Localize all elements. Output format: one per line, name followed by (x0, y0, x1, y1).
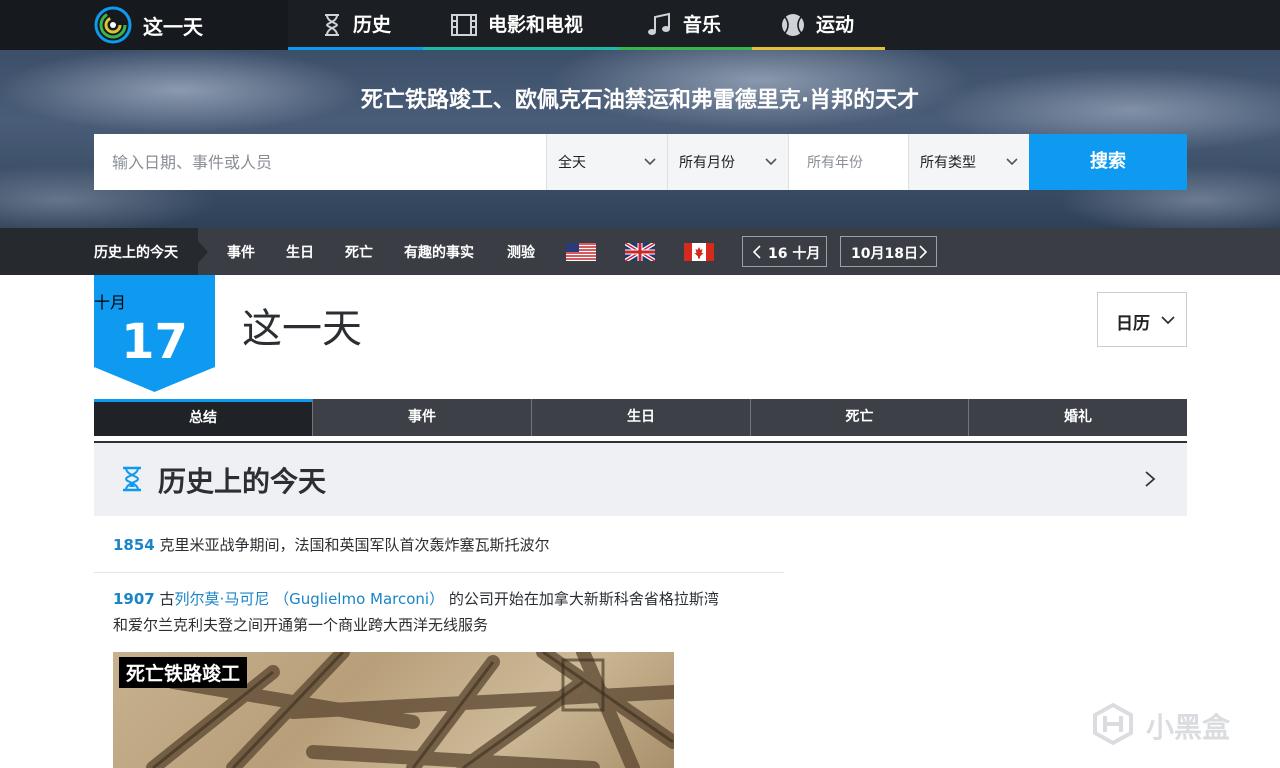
uk-flag-icon[interactable] (625, 243, 655, 261)
hourglass-icon (325, 14, 339, 36)
chevron-left-icon (752, 245, 761, 259)
section-title: 历史上的今天 (158, 465, 327, 498)
subnav-active-label: 历史上的今天 (94, 245, 178, 261)
nav-tab-label: 历史 (353, 14, 392, 36)
type-select[interactable]: 所有类型 (908, 134, 1029, 190)
nav-tab-label: 音乐 (683, 14, 722, 36)
heybox-logo-icon (1093, 702, 1133, 746)
chevron-right-icon[interactable] (1142, 470, 1158, 488)
entry-person-link[interactable]: 列尔莫·马可尼 （Guglielmo Marconi） (175, 590, 445, 608)
hourglass-icon (123, 466, 141, 492)
nav-tab-film-tv[interactable]: 电影和电视 (423, 0, 619, 50)
subnav-item-quiz[interactable]: 测验 (507, 242, 535, 262)
prev-day-button[interactable]: 16 十月 (742, 236, 827, 267)
date-badge-month: 十月 (94, 293, 127, 312)
watermark-text: 小黑盒 (1146, 711, 1231, 744)
content-tabs: 总结 事件 生日 死亡 婚礼 (94, 399, 1187, 436)
subnav-item-fun-facts[interactable]: 有趣的事实 (404, 242, 474, 262)
tab-deaths[interactable]: 死亡 (750, 399, 968, 436)
film-icon (451, 14, 477, 36)
subnav-item-deaths[interactable]: 死亡 (345, 242, 373, 262)
next-day-label: 10月18日 (851, 246, 918, 262)
feature-image-caption: 死亡铁路竣工 (119, 657, 248, 688)
chevron-down-icon (765, 158, 777, 166)
year-input-placeholder: 所有年份 (807, 155, 863, 171)
canada-flag-icon[interactable] (684, 243, 714, 261)
time-select[interactable]: 全天 (546, 134, 667, 190)
nav-tab-label: 电影和电视 (488, 14, 584, 36)
entry-text: 克里米亚战争期间，法国和英国军队首次轰炸塞瓦斯托波尔 (159, 536, 550, 554)
entry-prefix: 古 (159, 590, 175, 608)
type-select-value: 所有类型 (920, 155, 976, 171)
subnav-active-item[interactable]: 历史上的今天 (0, 228, 208, 275)
subnav-item-births[interactable]: 生日 (286, 242, 314, 262)
brand-name: 这一天 (143, 15, 203, 39)
time-select-value: 全天 (558, 155, 586, 171)
brand[interactable]: 这一天 (0, 0, 288, 50)
tab-weddings[interactable]: 婚礼 (968, 399, 1187, 436)
logo-icon (94, 6, 132, 44)
nav-tab-label: 运动 (816, 14, 855, 36)
entry-year[interactable]: 1907 (113, 590, 155, 608)
search-button[interactable]: 搜索 (1029, 134, 1187, 190)
calendar-dropdown[interactable]: 日历 (1097, 292, 1187, 347)
us-flag-icon[interactable] (566, 243, 596, 261)
list-item: 1907 古列尔莫·马可尼 （Guglielmo Marconi） 的公司开始在… (113, 586, 773, 638)
year-input[interactable]: 所有年份 (788, 134, 908, 190)
nav-tab-music[interactable]: 音乐 (619, 0, 752, 50)
calendar-label: 日历 (1116, 314, 1150, 334)
list-item: 1854 克里米亚战争期间，法国和英国军队首次轰炸塞瓦斯托波尔 (113, 532, 773, 558)
prev-day-label: 16 十月 (768, 246, 821, 262)
entry-text-continued: 和爱尔兰克利夫登之间开通第一个商业跨大西洋无线服务 (113, 616, 489, 634)
entry-text: 的公司开始在加拿大新斯科舍省格拉斯湾 (444, 590, 719, 608)
month-select[interactable]: 所有月份 (667, 134, 788, 190)
hero-title: 死亡铁路竣工、欧佩克石油禁运和弗雷德里克·肖邦的天才 (360, 88, 920, 113)
chevron-down-icon (1006, 158, 1018, 166)
date-badge-day: 17 (121, 314, 188, 370)
ball-icon (782, 14, 804, 36)
chevron-down-icon (1161, 316, 1175, 325)
divider (94, 572, 784, 573)
nav-tab-history[interactable]: 历史 (288, 0, 423, 50)
top-navigation: 这一天 历史 电影和电视 音乐 运动 (0, 0, 1280, 50)
next-day-button[interactable]: 10月18日 (840, 236, 937, 267)
tab-births[interactable]: 生日 (531, 399, 750, 436)
search-input[interactable] (94, 134, 546, 190)
month-select-value: 所有月份 (679, 155, 735, 171)
music-note-icon (648, 12, 670, 35)
nav-tab-sports[interactable]: 运动 (752, 0, 885, 50)
tab-events[interactable]: 事件 (312, 399, 531, 436)
chevron-right-icon (919, 245, 928, 259)
watermark: 小黑盒 (1090, 700, 1250, 748)
tab-summary[interactable]: 总结 (94, 399, 312, 436)
chevron-down-icon (644, 158, 656, 166)
entry-year[interactable]: 1854 (113, 536, 155, 554)
page-title: 这一天 (242, 306, 362, 352)
subnav-item-events[interactable]: 事件 (227, 242, 255, 262)
